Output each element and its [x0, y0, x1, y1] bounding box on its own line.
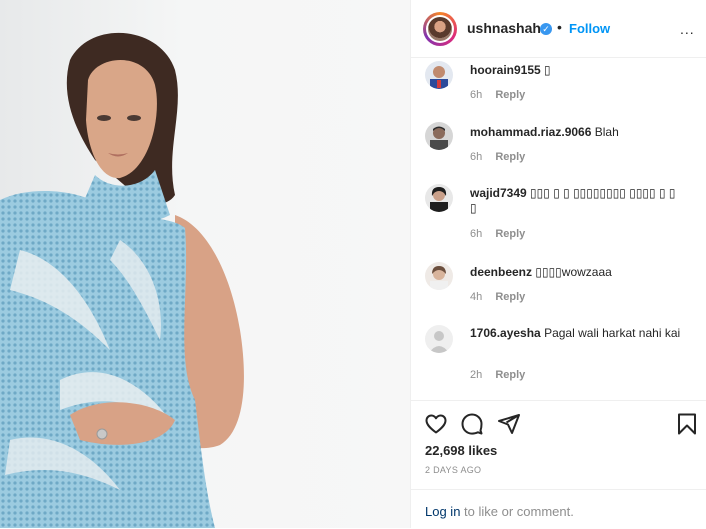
commenter-avatar[interactable] [425, 61, 453, 89]
comment-item: wajid7349 ▯▯▯ ▯ ▯ ▯▯▯▯▯▯▯▯ ▯▯▯▯ ▯ ▯ ▯ 6h… [411, 182, 706, 260]
reply-button[interactable]: Reply [495, 151, 525, 163]
reply-button[interactable]: Reply [495, 228, 525, 240]
post-actions: 22,698 likes 2 DAYS AGO Log in to like o… [411, 400, 706, 528]
login-prompt-text: to like or comment. [460, 504, 574, 519]
verified-badge-icon: ✓ [540, 23, 552, 35]
share-icon[interactable] [497, 412, 521, 436]
more-options-icon[interactable]: ... [680, 21, 695, 37]
header-separator: • [557, 19, 562, 35]
comment-time: 6h [470, 89, 483, 101]
like-count[interactable]: 22,698 likes [425, 443, 497, 458]
comment-body: Pagal wali harkat nahi kai [544, 326, 681, 340]
comment-meta: 6h Reply [470, 151, 525, 163]
comment-time: 6h [470, 228, 483, 240]
post-sidebar: ushnashah ✓ • Follow ... hoorain9155 ▯ 6… [410, 0, 706, 528]
commenter-avatar[interactable] [425, 325, 453, 353]
comment-body: ▯ [544, 63, 551, 77]
login-link[interactable]: Log in [425, 504, 460, 519]
reply-button[interactable]: Reply [495, 369, 525, 381]
comment-meta: 2h Reply [470, 369, 525, 381]
bookmark-icon[interactable] [675, 412, 699, 436]
comment-meta: 6h Reply [470, 89, 525, 101]
comment-item: deenbeenz ▯▯▯▯wowzaaa 4h Reply [411, 260, 706, 320]
comment-body: Blah [594, 125, 619, 139]
commenter-avatar[interactable] [425, 184, 453, 212]
author-username[interactable]: ushnashah [467, 20, 541, 36]
commenter-avatar[interactable] [425, 262, 453, 290]
comment-text: wajid7349 ▯▯▯ ▯ ▯ ▯▯▯▯▯▯▯▯ ▯▯▯▯ ▯ ▯ ▯ [470, 186, 685, 216]
comment-text: hoorain9155 ▯ [470, 63, 685, 78]
commenter-avatar[interactable] [425, 122, 453, 150]
commenter-username[interactable]: hoorain9155 [470, 63, 541, 77]
comment-time: 6h [470, 151, 483, 163]
reply-button[interactable]: Reply [495, 291, 525, 303]
comment-item: hoorain9155 ▯ 6h Reply [411, 58, 706, 118]
comment-time: 2h [470, 369, 483, 381]
commenter-username[interactable]: wajid7349 [470, 186, 527, 200]
woman-in-blue-dress-illustration [0, 32, 244, 528]
comment-time: 4h [470, 291, 483, 303]
comment-meta: 4h Reply [470, 291, 525, 303]
post-date[interactable]: 2 DAYS AGO [425, 465, 481, 475]
commenter-username[interactable]: deenbeenz [470, 265, 532, 279]
post-header: ushnashah ✓ • Follow ... [411, 0, 706, 58]
login-prompt-bar: Log in to like or comment. [411, 489, 706, 529]
comment-list[interactable]: hoorain9155 ▯ 6h Reply mohammad.riaz.906… [411, 58, 706, 400]
comment-item: mohammad.riaz.9066 Blah 6h Reply [411, 120, 706, 180]
commenter-username[interactable]: mohammad.riaz.9066 [470, 125, 591, 139]
author-avatar[interactable] [423, 12, 457, 46]
comment-item: 1706.ayesha Pagal wali harkat nahi kai 2… [411, 322, 706, 400]
follow-button[interactable]: Follow [569, 21, 610, 36]
comment-body: ▯▯▯▯wowzaaa [535, 265, 612, 279]
heart-icon[interactable] [424, 412, 448, 436]
comment-text: deenbeenz ▯▯▯▯wowzaaa [470, 265, 685, 280]
post-photo[interactable] [0, 0, 410, 528]
login-prompt: Log in to like or comment. [425, 504, 574, 519]
comment-text: 1706.ayesha Pagal wali harkat nahi kai [470, 326, 685, 341]
comment-icon[interactable] [460, 412, 484, 436]
comment-text: mohammad.riaz.9066 Blah [470, 125, 685, 140]
comment-meta: 6h Reply [470, 228, 525, 240]
reply-button[interactable]: Reply [495, 89, 525, 101]
commenter-username[interactable]: 1706.ayesha [470, 326, 541, 340]
